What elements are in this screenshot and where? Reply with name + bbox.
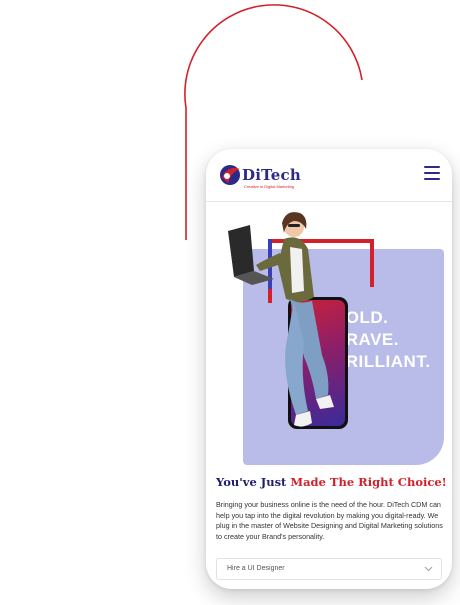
service-select[interactable]: Hire a UI Designer xyxy=(216,558,442,580)
headline-part-1: You've Just xyxy=(216,475,287,489)
service-select-value: Hire a UI Designer xyxy=(227,565,285,572)
chevron-down-icon xyxy=(424,566,433,572)
site-header: DiTech Creative in Digital Marketing xyxy=(206,149,452,202)
brand-tagline: Creative in Digital Marketing xyxy=(244,184,295,189)
hamburger-icon[interactable] xyxy=(424,166,440,181)
phone-mockup: DiTech Creative in Digital Marketing BOL… xyxy=(206,149,452,589)
headline-part-2: Made The Right Choice! xyxy=(290,475,447,489)
ditech-logo-icon xyxy=(220,165,240,185)
brand-name: DiTech xyxy=(242,166,301,184)
intro-paragraph: Bringing your business online is the nee… xyxy=(216,500,443,541)
woman-with-laptop-illustration xyxy=(228,212,334,427)
section-headline: You've Just Made The Right Choice! xyxy=(216,475,447,489)
hero-banner: BOLD. BRAVE. BRILLIANT. xyxy=(206,203,452,471)
